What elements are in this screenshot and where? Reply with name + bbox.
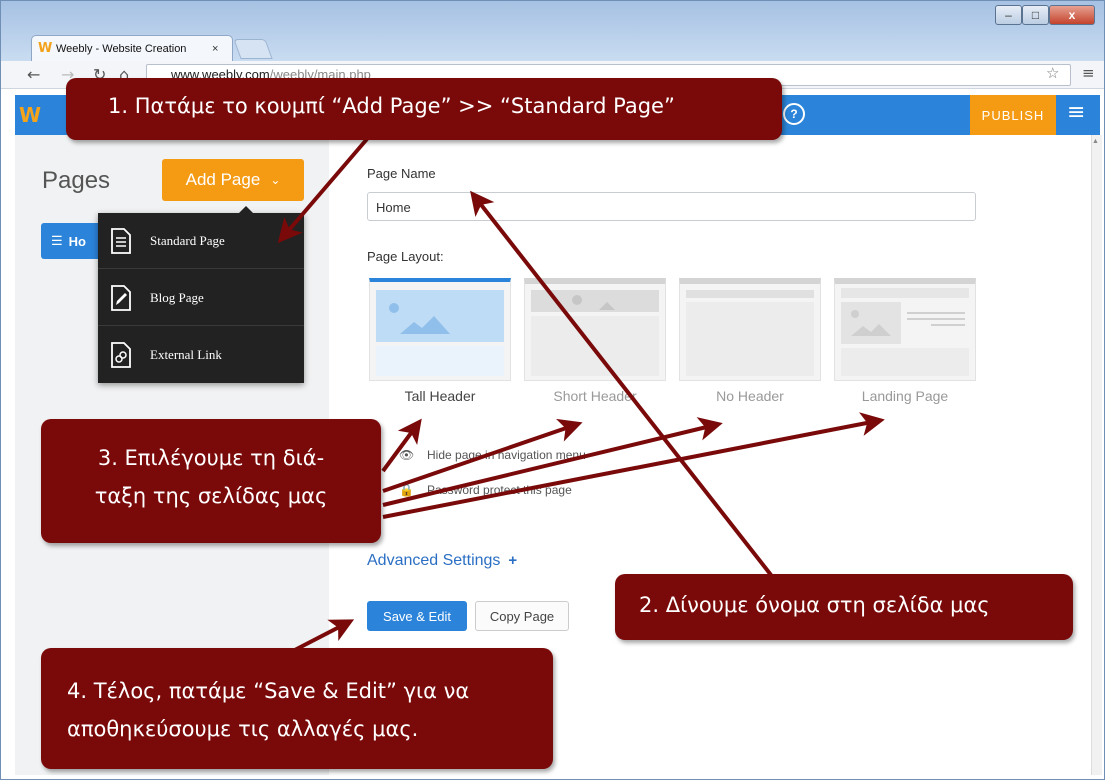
drag-handle-icon: ☰ bbox=[51, 233, 63, 248]
callout-step-2: 2. Δίνουμε όνομα στη σελίδα μας bbox=[615, 574, 1073, 640]
callout-text-line-1: 4. Τέλος, πατάμε “Save & Edit” για να bbox=[67, 679, 470, 703]
short-header-preview-icon bbox=[531, 290, 659, 376]
callout-step-1: 1. Πατάμε το κουμπί “Add Page” >> “Stand… bbox=[66, 78, 782, 140]
layout-no-header[interactable] bbox=[679, 278, 821, 381]
hide-page-label: Hide page in navigation menu bbox=[427, 448, 586, 462]
save-and-edit-button[interactable]: Save & Edit bbox=[367, 601, 467, 631]
page-layout-label: Page Layout: bbox=[367, 249, 444, 264]
sidebar-item-label: Ho bbox=[68, 233, 86, 249]
layout-short-header[interactable] bbox=[524, 278, 666, 381]
eye-hidden-icon: 👁 bbox=[399, 448, 415, 462]
copy-page-button[interactable]: Copy Page bbox=[475, 601, 569, 631]
advanced-settings-label: Advanced Settings bbox=[367, 552, 501, 569]
callout-text-line-2: ταξη της σελίδας μας bbox=[94, 484, 328, 508]
browser-window: W Weebly - Website Creation × – □ x ← → … bbox=[0, 0, 1105, 780]
menu-item-external-link[interactable]: External Link bbox=[98, 327, 304, 383]
no-header-preview-icon bbox=[686, 290, 814, 376]
callout-text: 2. Δίνουμε όνομα στη σελίδα μας bbox=[639, 593, 990, 617]
password-protect-option[interactable]: 🔒 Password protect this page bbox=[399, 483, 572, 497]
scroll-up-arrow-icon[interactable]: ▲ bbox=[1092, 138, 1099, 145]
add-page-button[interactable]: Add Page ⌄ bbox=[162, 159, 304, 201]
pages-heading: Pages bbox=[42, 167, 111, 194]
tab-close-icon[interactable]: × bbox=[212, 43, 218, 55]
layout-label-short-header[interactable]: Short Header bbox=[524, 388, 666, 404]
tall-header-preview-icon bbox=[376, 290, 504, 376]
callout-text: 1. Πατάμε το κουμπί “Add Page” >> “Stand… bbox=[108, 94, 675, 118]
layout-landing-page[interactable] bbox=[834, 278, 976, 381]
plus-icon: + bbox=[508, 552, 518, 569]
lock-icon: 🔒 bbox=[399, 483, 414, 497]
callout-step-4: 4. Τέλος, πατάμε “Save & Edit” για να απ… bbox=[41, 648, 553, 769]
callout-step-3: 3. Επιλέγουμε τη διά- ταξη της σελίδας μ… bbox=[41, 419, 381, 543]
bookmark-star-icon[interactable]: ☆ bbox=[1046, 64, 1059, 82]
sidebar-item-home[interactable]: ☰ Ho bbox=[41, 223, 101, 259]
hide-page-option[interactable]: 👁 Hide page in navigation menu bbox=[399, 448, 586, 462]
hamburger-icon[interactable]: ≡ bbox=[1067, 100, 1085, 125]
menu-item-label: Blog Page bbox=[150, 289, 204, 305]
menu-item-blog-page[interactable]: Blog Page bbox=[98, 270, 304, 326]
tab-title: Weebly - Website Creation bbox=[56, 42, 187, 55]
vertical-scrollbar[interactable] bbox=[1091, 135, 1102, 775]
maximize-button[interactable]: □ bbox=[1022, 5, 1049, 25]
menu-item-label: External Link bbox=[150, 347, 222, 362]
help-icon[interactable]: ? bbox=[783, 103, 805, 125]
link-icon bbox=[111, 342, 131, 368]
document-icon bbox=[111, 227, 131, 254]
landing-page-preview-icon bbox=[841, 288, 969, 376]
new-tab-button[interactable] bbox=[233, 39, 273, 59]
minimize-button[interactable]: – bbox=[995, 5, 1022, 25]
back-arrow-icon[interactable]: ← bbox=[27, 65, 40, 84]
add-page-label: Add Page bbox=[185, 170, 261, 189]
layout-label-no-header[interactable]: No Header bbox=[679, 388, 821, 404]
weebly-logo[interactable]: W bbox=[19, 103, 43, 127]
layout-label-landing-page[interactable]: Landing Page bbox=[834, 388, 976, 404]
page-name-label: Page Name bbox=[367, 166, 436, 181]
menu-item-standard-page[interactable]: Standard Page bbox=[98, 213, 304, 269]
advanced-settings-link[interactable]: Advanced Settings + bbox=[367, 552, 517, 570]
layout-tall-header[interactable] bbox=[369, 278, 511, 381]
browser-menu-icon[interactable]: ≡ bbox=[1082, 64, 1095, 82]
callout-text-line-2: αποθηκεύσουμε τις αλλαγές μας. bbox=[67, 717, 419, 741]
publish-button[interactable]: PUBLISH bbox=[970, 95, 1056, 135]
weebly-favicon-icon: W bbox=[38, 40, 53, 56]
pencil-icon bbox=[111, 284, 131, 311]
chevron-down-icon: ⌄ bbox=[270, 173, 281, 187]
browser-tab[interactable]: W Weebly - Website Creation × bbox=[31, 35, 233, 61]
page-name-input[interactable]: Home bbox=[367, 192, 976, 221]
add-page-dropdown: Standard Page Blog Page External Link bbox=[98, 206, 304, 383]
close-window-button[interactable]: x bbox=[1049, 5, 1095, 25]
password-protect-label: Password protect this page bbox=[427, 483, 572, 497]
menu-item-label: Standard Page bbox=[150, 232, 225, 248]
layout-label-tall-header[interactable]: Tall Header bbox=[369, 388, 511, 404]
callout-text-line-1: 3. Επιλέγουμε τη διά- bbox=[97, 446, 325, 470]
